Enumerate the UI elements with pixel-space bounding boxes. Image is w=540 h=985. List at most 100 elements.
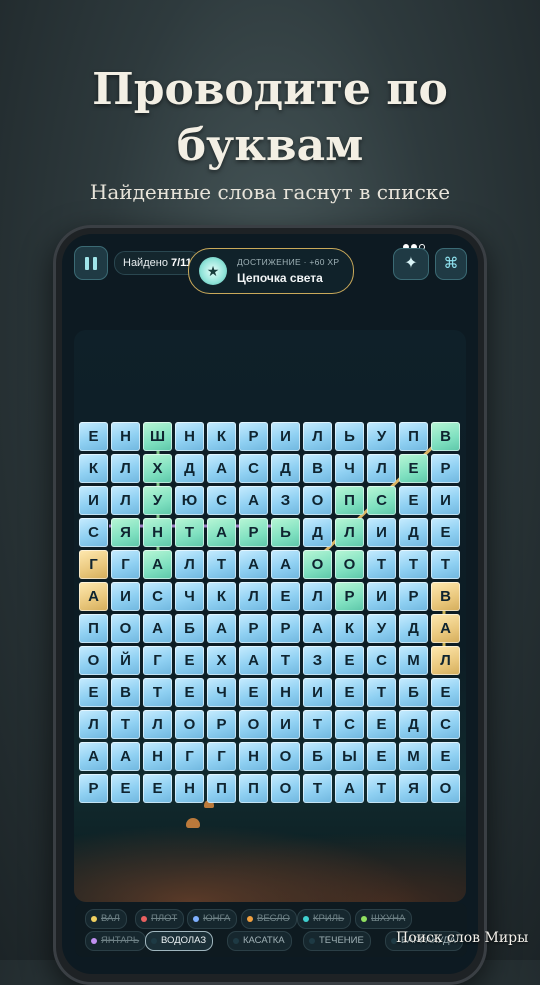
grid-cell[interactable]: Е (239, 678, 268, 707)
grid-cell[interactable]: Т (303, 710, 332, 739)
grid-cell[interactable]: А (143, 614, 172, 643)
grid-cell[interactable]: О (271, 774, 300, 803)
grid-cell[interactable]: Е (431, 678, 460, 707)
grid-cell[interactable]: Д (303, 518, 332, 547)
grid-cell[interactable]: А (239, 646, 268, 675)
grid-cell[interactable]: Н (175, 774, 204, 803)
grid-cell[interactable]: А (111, 742, 140, 771)
grid-cell[interactable]: Е (271, 582, 300, 611)
grid-cell[interactable]: Р (335, 582, 364, 611)
grid-cell[interactable]: О (335, 550, 364, 579)
grid-cell[interactable]: М (399, 742, 428, 771)
letter-grid[interactable]: ЕНШНКРИЛЬУПВКЛХДАСДВЧЛЕРИЛУЮСАЗОПСЕИСЯНТ… (79, 422, 461, 805)
grid-cell[interactable]: А (143, 550, 172, 579)
grid-cell[interactable]: И (111, 582, 140, 611)
grid-cell[interactable]: А (431, 614, 460, 643)
grid-cell[interactable]: А (79, 742, 108, 771)
grid-cell[interactable]: К (207, 422, 236, 451)
grid-cell[interactable]: М (399, 646, 428, 675)
grid-cell[interactable]: И (79, 486, 108, 515)
grid-cell[interactable]: Б (303, 742, 332, 771)
grid-cell[interactable]: Д (399, 518, 428, 547)
grid-cell[interactable]: Б (175, 614, 204, 643)
grid-cell[interactable]: Б (399, 678, 428, 707)
grid-cell[interactable]: К (335, 614, 364, 643)
grid-cell[interactable]: Е (335, 646, 364, 675)
grid-cell[interactable]: Ч (175, 582, 204, 611)
grid-cell[interactable]: Л (111, 486, 140, 515)
grid-cell[interactable]: А (335, 774, 364, 803)
grid-cell[interactable]: В (303, 454, 332, 483)
grid-cell[interactable]: Г (175, 742, 204, 771)
grid-cell[interactable]: Д (399, 710, 428, 739)
grid-cell[interactable]: З (303, 646, 332, 675)
grid-cell[interactable]: Е (399, 486, 428, 515)
grid-cell[interactable]: О (175, 710, 204, 739)
grid-cell[interactable]: Р (239, 422, 268, 451)
grid-cell[interactable]: У (367, 422, 396, 451)
grid-cell[interactable]: Р (399, 582, 428, 611)
grid-cell[interactable]: Х (143, 454, 172, 483)
grid-cell[interactable]: Л (175, 550, 204, 579)
grid-cell[interactable]: И (367, 518, 396, 547)
grid-cell[interactable]: Т (175, 518, 204, 547)
grid-cell[interactable]: О (271, 742, 300, 771)
grid-cell[interactable]: В (431, 582, 460, 611)
grid-cell[interactable]: Е (175, 646, 204, 675)
grid-cell[interactable]: И (271, 710, 300, 739)
grid-cell[interactable]: С (143, 582, 172, 611)
grid-cell[interactable]: О (111, 614, 140, 643)
grid-cell[interactable]: Л (367, 454, 396, 483)
grid-cell[interactable]: Т (111, 710, 140, 739)
grid-cell[interactable]: О (303, 550, 332, 579)
grid-cell[interactable]: П (79, 614, 108, 643)
grid-cell[interactable]: Т (143, 678, 172, 707)
grid-cell[interactable]: Л (303, 422, 332, 451)
grid-cell[interactable]: Ч (207, 678, 236, 707)
grid-cell[interactable]: Ю (175, 486, 204, 515)
grid-cell[interactable]: О (79, 646, 108, 675)
grid-cell[interactable]: Е (431, 742, 460, 771)
pause-button[interactable] (74, 246, 108, 280)
grid-cell[interactable]: А (207, 518, 236, 547)
grid-cell[interactable]: Г (143, 646, 172, 675)
grid-cell[interactable]: Л (303, 582, 332, 611)
grid-cell[interactable]: Т (367, 550, 396, 579)
grid-cell[interactable]: У (367, 614, 396, 643)
grid-cell[interactable]: Т (431, 550, 460, 579)
grid-cell[interactable]: А (303, 614, 332, 643)
grid-cell[interactable]: Л (79, 710, 108, 739)
grid-cell[interactable]: Н (143, 518, 172, 547)
grid-cell[interactable]: Я (111, 518, 140, 547)
grid-cell[interactable]: Ч (335, 454, 364, 483)
grid-cell[interactable]: П (399, 422, 428, 451)
grid-cell[interactable]: Н (143, 742, 172, 771)
grid-cell[interactable]: А (271, 550, 300, 579)
grid-cell[interactable]: П (335, 486, 364, 515)
grid-cell[interactable]: А (207, 614, 236, 643)
grid-cell[interactable]: К (207, 582, 236, 611)
grid-cell[interactable]: Т (399, 550, 428, 579)
grid-cell[interactable]: Г (207, 742, 236, 771)
grid-cell[interactable]: Н (111, 422, 140, 451)
grid-cell[interactable]: Р (239, 614, 268, 643)
grid-cell[interactable]: Н (175, 422, 204, 451)
grid-cell[interactable]: О (303, 486, 332, 515)
grid-cell[interactable]: Ш (143, 422, 172, 451)
grid-cell[interactable]: П (239, 774, 268, 803)
grid-cell[interactable]: Р (431, 454, 460, 483)
grid-cell[interactable]: В (111, 678, 140, 707)
grid-cell[interactable]: Х (207, 646, 236, 675)
grid-cell[interactable]: С (335, 710, 364, 739)
hint-button[interactable]: ✦ (393, 248, 429, 280)
grid-cell[interactable]: Д (271, 454, 300, 483)
grid-cell[interactable]: Л (143, 710, 172, 739)
grid-cell[interactable]: Е (175, 678, 204, 707)
grid-cell[interactable]: Е (143, 774, 172, 803)
grid-cell[interactable]: А (207, 454, 236, 483)
grid-cell[interactable]: Т (303, 774, 332, 803)
grid-cell[interactable]: З (271, 486, 300, 515)
grid-cell[interactable]: А (79, 582, 108, 611)
grid-cell[interactable]: С (79, 518, 108, 547)
grid-cell[interactable]: Д (399, 614, 428, 643)
